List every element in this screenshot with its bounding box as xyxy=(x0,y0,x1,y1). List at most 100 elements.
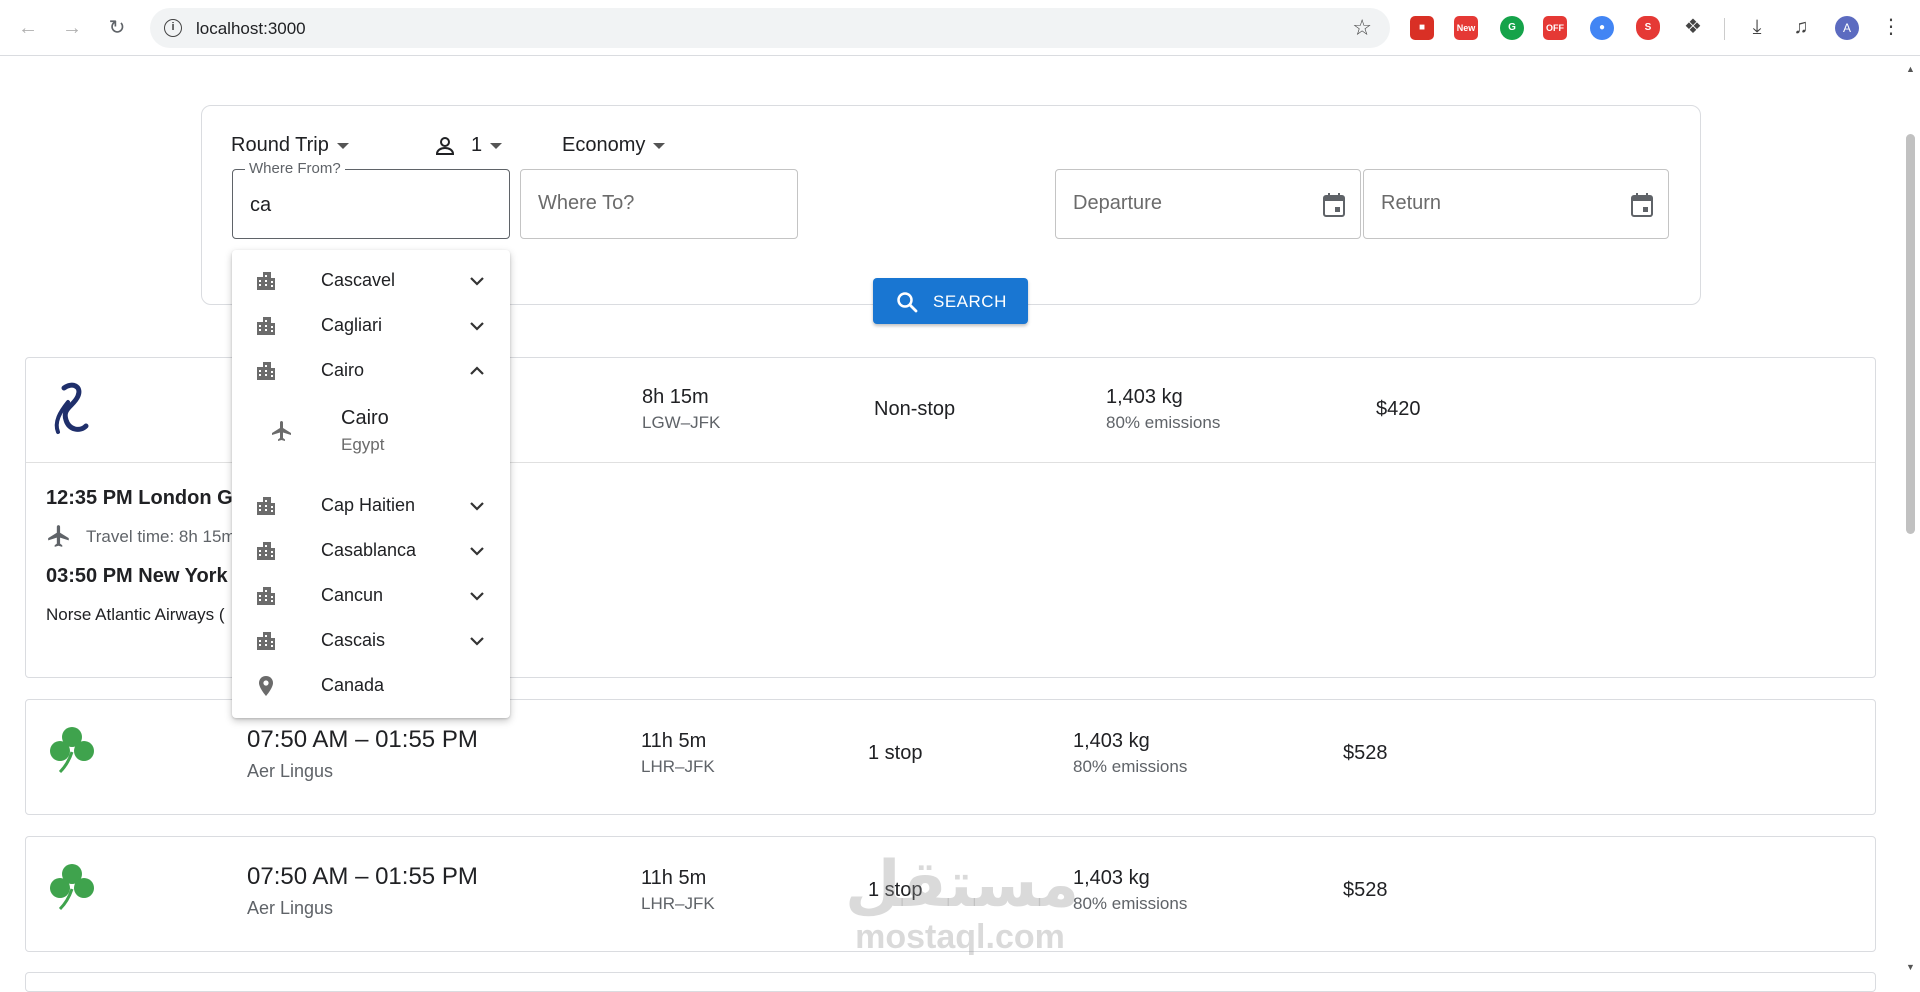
departure-detail: 12:35 PM London G xyxy=(46,487,233,509)
watermark-latin: mostaql.com xyxy=(855,918,1065,956)
flight-duration: 11h 5m xyxy=(641,867,707,889)
flight-emissions: 1,403 kg xyxy=(1073,867,1150,889)
address-bar[interactable]: i localhost:3000 ☆ xyxy=(150,8,1390,48)
city-building-icon xyxy=(257,497,275,515)
extension-off-icon[interactable]: OFF xyxy=(1543,16,1567,40)
flight-times: 07:50 AM – 01:55 PM xyxy=(247,726,478,753)
trip-type-select[interactable]: Round Trip xyxy=(231,134,349,157)
location-pin-icon xyxy=(259,676,273,696)
dropdown-item-cagliari[interactable]: Cagliari xyxy=(232,303,510,348)
chevron-down-icon[interactable] xyxy=(468,632,486,650)
flight-duration: 8h 15m xyxy=(642,386,709,408)
city-building-icon xyxy=(257,317,275,335)
extension-icon[interactable]: ■ xyxy=(1410,16,1434,40)
cabin-class-value: Economy xyxy=(562,134,646,156)
extension-new-icon[interactable]: New xyxy=(1454,16,1478,40)
toolbar-divider xyxy=(1724,18,1725,40)
scroll-up-icon[interactable]: ▲ xyxy=(1906,64,1915,74)
reload-icon[interactable]: ↻ xyxy=(103,14,131,42)
dropdown-item-canada[interactable]: Canada xyxy=(232,663,510,708)
chevron-down-icon[interactable] xyxy=(468,542,486,560)
autocomplete-dropdown: Cascavel Cagliari Cairo Cairo Egypt Cap … xyxy=(232,250,510,718)
page-scrollbar-thumb[interactable] xyxy=(1906,134,1915,534)
extension-s-icon[interactable]: S xyxy=(1636,16,1660,40)
extensions-puzzle-icon[interactable]: ❖ xyxy=(1680,14,1706,40)
shamrock-logo-icon xyxy=(50,864,94,911)
calendar-icon[interactable] xyxy=(1630,192,1654,218)
dropdown-item-label: Cagliari xyxy=(321,315,383,335)
dropdown-item-label: Casablanca xyxy=(321,540,417,560)
site-info-icon[interactable]: i xyxy=(164,19,182,37)
chevron-down-icon[interactable] xyxy=(468,317,486,335)
flight-route: LHR–JFK xyxy=(641,894,715,913)
chevron-down-icon xyxy=(336,142,349,149)
search-icon xyxy=(897,292,918,313)
city-building-icon xyxy=(257,542,275,560)
flight-route: LGW–JFK xyxy=(642,413,721,432)
dropdown-item-label: Cap Haitien xyxy=(321,495,416,515)
dropdown-item-label: Cairo xyxy=(321,360,365,380)
airport-name: Cairo xyxy=(341,407,389,429)
flight-duration: 11h 5m xyxy=(641,730,707,752)
passenger-count: 1 xyxy=(471,134,483,156)
menu-kebab-icon[interactable]: ⋮ xyxy=(1878,14,1904,40)
bookmark-star-icon[interactable]: ☆ xyxy=(1352,15,1372,41)
dropdown-item-casablanca[interactable]: Casablanca xyxy=(232,528,510,573)
return-date-field[interactable]: Return xyxy=(1363,169,1669,239)
flight-result-card-partial xyxy=(25,972,1876,992)
calendar-icon[interactable] xyxy=(1322,192,1346,218)
flight-emissions-percent: 80% emissions xyxy=(1106,413,1221,432)
dropdown-airport-cairo[interactable]: Cairo Egypt xyxy=(232,395,510,483)
flight-stops: Non-stop xyxy=(874,398,956,420)
profile-avatar[interactable]: A xyxy=(1835,16,1859,40)
airplane-icon xyxy=(272,421,291,441)
passenger-select[interactable]: 1 xyxy=(471,134,503,157)
dropdown-item-cascais[interactable]: Cascais xyxy=(232,618,510,663)
city-building-icon xyxy=(257,587,275,605)
flight-emissions-percent: 80% emissions xyxy=(1073,757,1188,776)
chevron-down-icon[interactable] xyxy=(468,497,486,515)
city-building-icon xyxy=(257,362,275,380)
trip-type-value: Round Trip xyxy=(231,134,329,156)
where-to-placeholder: Where To? xyxy=(538,192,635,214)
where-from-value[interactable]: ca xyxy=(250,194,271,217)
airport-country: Egypt xyxy=(341,435,385,454)
new-badge: New xyxy=(1456,23,1476,33)
back-icon[interactable]: ← xyxy=(14,14,42,42)
dropdown-item-cairo[interactable]: Cairo xyxy=(232,348,510,393)
download-icon[interactable]: ⤓ xyxy=(1744,14,1770,40)
extension-blue-icon[interactable]: ● xyxy=(1590,16,1614,40)
carrier-detail: Norse Atlantic Airways ( xyxy=(46,605,225,624)
return-placeholder: Return xyxy=(1381,192,1442,214)
forward-icon[interactable]: → xyxy=(58,14,86,42)
off-badge: OFF xyxy=(1546,23,1564,33)
dropdown-item-label: Canada xyxy=(321,675,385,695)
where-from-label: Where From? xyxy=(245,160,345,177)
grammarly-icon[interactable]: G xyxy=(1500,16,1524,40)
chevron-down-icon xyxy=(490,142,503,149)
url-text[interactable]: localhost:3000 xyxy=(196,19,306,39)
cabin-class-select[interactable]: Economy xyxy=(562,134,666,157)
city-building-icon xyxy=(257,272,275,290)
where-from-field[interactable]: Where From? ca xyxy=(232,160,510,239)
chevron-up-icon[interactable] xyxy=(468,362,486,380)
chevron-down-icon xyxy=(653,142,666,149)
arrival-detail: 03:50 PM New York xyxy=(46,565,228,587)
flight-emissions: 1,403 kg xyxy=(1073,730,1150,752)
departure-date-field[interactable]: Departure xyxy=(1055,169,1361,239)
dropdown-item-cascavel[interactable]: Cascavel xyxy=(232,258,510,303)
flight-price: $528 xyxy=(1343,742,1388,764)
dropdown-item-cap-haitien[interactable]: Cap Haitien xyxy=(232,483,510,528)
search-button[interactable]: SEARCH xyxy=(873,278,1028,324)
media-control-icon[interactable]: ♫ xyxy=(1788,14,1814,40)
city-building-icon xyxy=(257,632,275,650)
watermark: مستقل mostaql.com xyxy=(845,848,1080,956)
chevron-down-icon[interactable] xyxy=(468,272,486,290)
dropdown-item-cancun[interactable]: Cancun xyxy=(232,573,510,618)
watermark-arabic: مستقل xyxy=(845,848,1080,922)
scroll-down-icon[interactable]: ▼ xyxy=(1906,962,1915,972)
norse-logo-icon xyxy=(54,382,89,434)
chevron-down-icon[interactable] xyxy=(468,587,486,605)
travel-time: Travel time: 8h 15m xyxy=(86,527,236,546)
where-to-field[interactable]: Where To? xyxy=(520,169,798,239)
